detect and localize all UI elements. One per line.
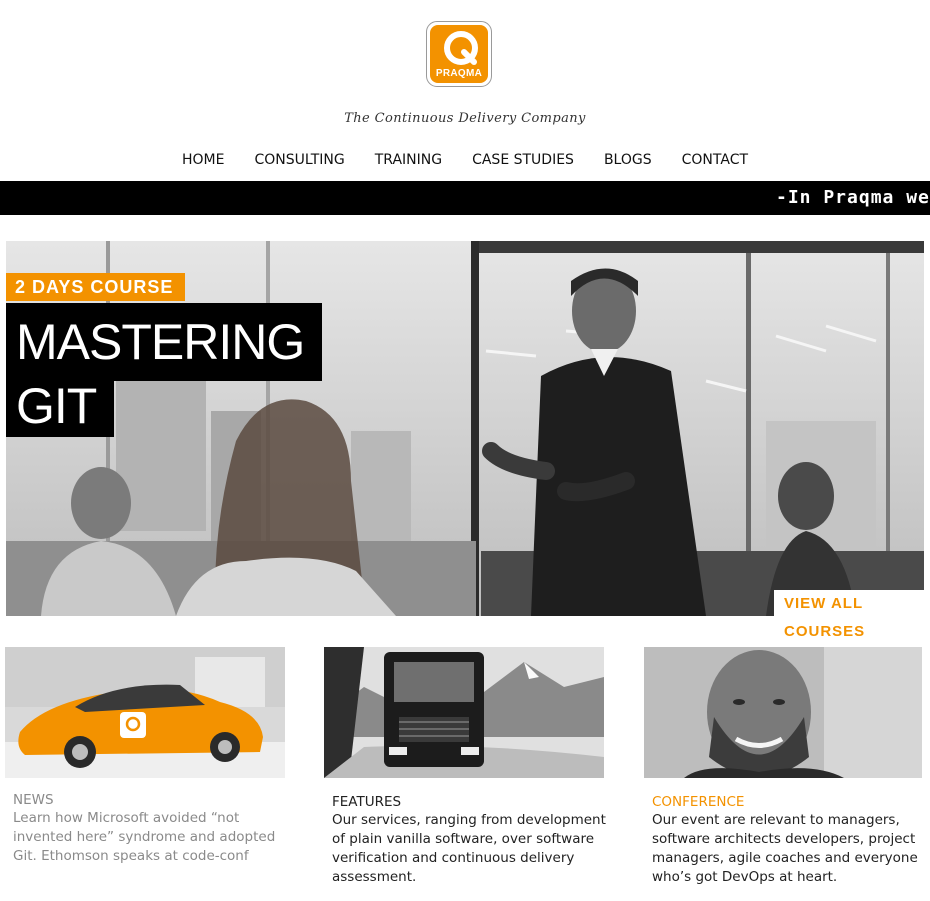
- features-heading[interactable]: FEATURES: [332, 793, 604, 811]
- nav-training[interactable]: TRAINING: [360, 150, 457, 170]
- nav-home[interactable]: HOME: [167, 150, 239, 170]
- q-logo-icon: [444, 31, 478, 65]
- news-text: Learn how Microsoft avoided “not invente…: [13, 810, 276, 864]
- conference-text: Our event are relevant to managers, soft…: [652, 812, 918, 885]
- news-card[interactable]: NEWS Learn how Microsoft avoided “not in…: [5, 647, 285, 866]
- conference-thumbnail[interactable]: [644, 647, 922, 778]
- conference-card[interactable]: CONFERENCE Our event are relevant to man…: [644, 647, 922, 887]
- tagline: The Continuous Delivery Company: [344, 111, 586, 126]
- ticker-text: -In Praqma we: [776, 187, 930, 208]
- features-card[interactable]: FEATURES Our services, ranging from deve…: [324, 647, 606, 887]
- hero-banner[interactable]: 2 DAYS COURSE MASTERING GIT: [6, 241, 924, 616]
- main-nav: HOME CONSULTING TRAINING CASE STUDIES BL…: [0, 150, 930, 170]
- news-thumbnail[interactable]: [5, 647, 285, 778]
- nav-consulting[interactable]: CONSULTING: [239, 150, 359, 170]
- view-all-courses-link[interactable]: VIEW ALL COURSES: [774, 590, 930, 640]
- truck-mountain-image: [324, 647, 604, 778]
- features-thumbnail[interactable]: [324, 647, 604, 778]
- features-text: Our services, ranging from development o…: [332, 812, 606, 885]
- nav-contact[interactable]: CONTACT: [667, 150, 763, 170]
- logo-mark: PRAQMA: [430, 25, 488, 83]
- logo-wordmark: PRAQMA: [435, 68, 483, 79]
- conference-heading[interactable]: CONFERENCE: [652, 793, 922, 811]
- nav-case-studies[interactable]: CASE STUDIES: [457, 150, 589, 170]
- hero-title-line2: GIT: [6, 381, 115, 437]
- praqma-logo[interactable]: PRAQMA: [426, 21, 492, 87]
- course-duration-badge: 2 DAYS COURSE: [6, 273, 186, 301]
- smiling-man-image: [644, 647, 922, 778]
- nav-blogs[interactable]: BLOGS: [589, 150, 667, 170]
- news-heading[interactable]: NEWS: [13, 791, 285, 809]
- news-ticker: -In Praqma we: [0, 181, 930, 215]
- taxi-car-image: [5, 647, 285, 778]
- hero-title-line1: MASTERING: [6, 303, 323, 381]
